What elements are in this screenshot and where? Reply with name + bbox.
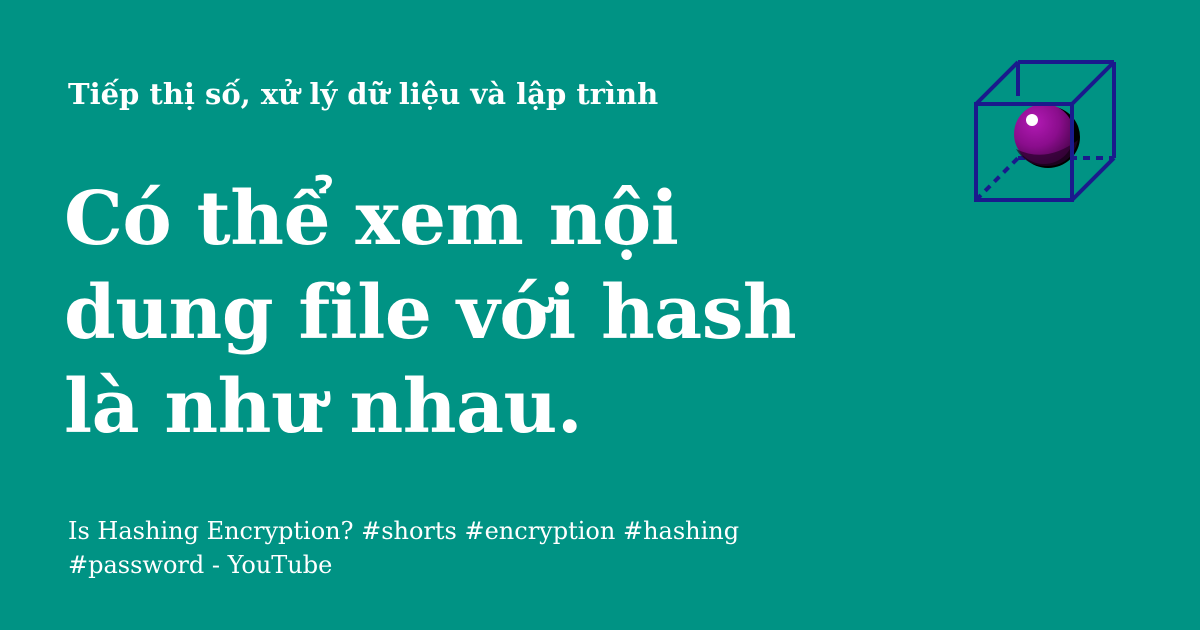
page-title-line: là như nhau. (64, 364, 583, 450)
page-title: Có thể xem nội dung file với hash là như… (64, 172, 924, 454)
source-caption: Is Hashing Encryption? #shorts #encrypti… (68, 514, 739, 582)
page-title-line: dung file với hash (64, 270, 797, 356)
page: { "header": { "tagline": "Tiếp thị số, x… (0, 0, 1200, 630)
site-tagline: Tiếp thị số, xử lý dữ liệu và lập trình (68, 77, 659, 111)
cube-sphere-icon (974, 60, 1116, 202)
source-caption-line: Is Hashing Encryption? #shorts #encrypti… (68, 517, 740, 545)
page-title-line: Có thể xem nội (64, 176, 679, 262)
source-caption-line: #password - YouTube (68, 551, 333, 579)
